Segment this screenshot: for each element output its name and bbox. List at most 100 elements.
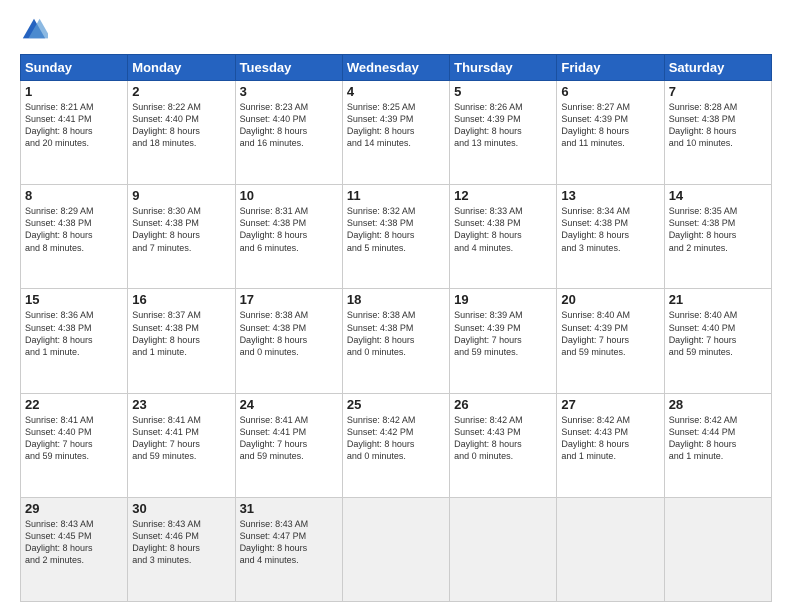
day-number: 29 [25, 501, 123, 516]
day-info: Sunrise: 8:32 AM Sunset: 4:38 PM Dayligh… [347, 205, 445, 254]
logo [20, 16, 52, 44]
day-number: 13 [561, 188, 659, 203]
calendar-cell: 9 Sunrise: 8:30 AM Sunset: 4:38 PM Daylig… [128, 185, 235, 289]
calendar-cell: 25 Sunrise: 8:42 AM Sunset: 4:42 PM Dayli… [342, 393, 449, 497]
week-row-3: 15 Sunrise: 8:36 AM Sunset: 4:38 PM Dayli… [21, 289, 772, 393]
day-header-wednesday: Wednesday [342, 55, 449, 81]
calendar-cell: 7Sunrise: 8:28 AM Sunset: 4:38 PM Daylig… [664, 81, 771, 185]
day-number: 26 [454, 397, 552, 412]
day-info: Sunrise: 8:25 AM Sunset: 4:39 PM Dayligh… [347, 101, 445, 150]
calendar-cell: 16 Sunrise: 8:37 AM Sunset: 4:38 PM Dayli… [128, 289, 235, 393]
calendar-cell: 14 Sunrise: 8:35 AM Sunset: 4:38 PM Dayli… [664, 185, 771, 289]
calendar-cell: 13 Sunrise: 8:34 AM Sunset: 4:38 PM Dayli… [557, 185, 664, 289]
calendar-cell: 15 Sunrise: 8:36 AM Sunset: 4:38 PM Dayli… [21, 289, 128, 393]
day-number: 28 [669, 397, 767, 412]
day-info: Sunrise: 8:30 AM Sunset: 4:38 PM Dayligh… [132, 205, 230, 254]
day-number: 19 [454, 292, 552, 307]
day-info: Sunrise: 8:41 AM Sunset: 4:40 PM Dayligh… [25, 414, 123, 463]
calendar-cell: 20 Sunrise: 8:40 AM Sunset: 4:39 PM Dayli… [557, 289, 664, 393]
calendar-cell: 31 Sunrise: 8:43 AM Sunset: 4:47 PM Dayli… [235, 497, 342, 601]
calendar-cell: 22 Sunrise: 8:41 AM Sunset: 4:40 PM Dayli… [21, 393, 128, 497]
day-info: Sunrise: 8:37 AM Sunset: 4:38 PM Dayligh… [132, 309, 230, 358]
week-row-1: 1Sunrise: 8:21 AM Sunset: 4:41 PM Daylig… [21, 81, 772, 185]
calendar-cell: 12 Sunrise: 8:33 AM Sunset: 4:38 PM Dayli… [450, 185, 557, 289]
day-number: 31 [240, 501, 338, 516]
day-info: Sunrise: 8:21 AM Sunset: 4:41 PM Dayligh… [25, 101, 123, 150]
calendar-table: SundayMondayTuesdayWednesdayThursdayFrid… [20, 54, 772, 602]
day-header-monday: Monday [128, 55, 235, 81]
day-number: 27 [561, 397, 659, 412]
day-number: 10 [240, 188, 338, 203]
calendar-cell [664, 497, 771, 601]
day-info: Sunrise: 8:36 AM Sunset: 4:38 PM Dayligh… [25, 309, 123, 358]
day-info: Sunrise: 8:26 AM Sunset: 4:39 PM Dayligh… [454, 101, 552, 150]
day-info: Sunrise: 8:42 AM Sunset: 4:43 PM Dayligh… [454, 414, 552, 463]
day-info: Sunrise: 8:40 AM Sunset: 4:40 PM Dayligh… [669, 309, 767, 358]
day-info: Sunrise: 8:43 AM Sunset: 4:45 PM Dayligh… [25, 518, 123, 567]
calendar-cell: 18 Sunrise: 8:38 AM Sunset: 4:38 PM Dayli… [342, 289, 449, 393]
day-info: Sunrise: 8:43 AM Sunset: 4:47 PM Dayligh… [240, 518, 338, 567]
day-info: Sunrise: 8:43 AM Sunset: 4:46 PM Dayligh… [132, 518, 230, 567]
calendar-cell: 21 Sunrise: 8:40 AM Sunset: 4:40 PM Dayli… [664, 289, 771, 393]
calendar-cell: 8 Sunrise: 8:29 AM Sunset: 4:38 PM Daylig… [21, 185, 128, 289]
day-info: Sunrise: 8:41 AM Sunset: 4:41 PM Dayligh… [240, 414, 338, 463]
day-number: 8 [25, 188, 123, 203]
day-info: Sunrise: 8:38 AM Sunset: 4:38 PM Dayligh… [347, 309, 445, 358]
day-info: Sunrise: 8:23 AM Sunset: 4:40 PM Dayligh… [240, 101, 338, 150]
day-number: 24 [240, 397, 338, 412]
day-info: Sunrise: 8:35 AM Sunset: 4:38 PM Dayligh… [669, 205, 767, 254]
day-number: 4 [347, 84, 445, 99]
day-info: Sunrise: 8:33 AM Sunset: 4:38 PM Dayligh… [454, 205, 552, 254]
day-number: 11 [347, 188, 445, 203]
day-number: 3 [240, 84, 338, 99]
day-number: 2 [132, 84, 230, 99]
week-row-4: 22 Sunrise: 8:41 AM Sunset: 4:40 PM Dayli… [21, 393, 772, 497]
header [20, 16, 772, 44]
calendar-cell: 28 Sunrise: 8:42 AM Sunset: 4:44 PM Dayli… [664, 393, 771, 497]
calendar-cell [342, 497, 449, 601]
day-info: Sunrise: 8:27 AM Sunset: 4:39 PM Dayligh… [561, 101, 659, 150]
day-number: 23 [132, 397, 230, 412]
day-header-sunday: Sunday [21, 55, 128, 81]
day-number: 18 [347, 292, 445, 307]
day-info: Sunrise: 8:40 AM Sunset: 4:39 PM Dayligh… [561, 309, 659, 358]
day-number: 5 [454, 84, 552, 99]
calendar-cell: 27 Sunrise: 8:42 AM Sunset: 4:43 PM Dayli… [557, 393, 664, 497]
day-info: Sunrise: 8:31 AM Sunset: 4:38 PM Dayligh… [240, 205, 338, 254]
calendar-cell: 19 Sunrise: 8:39 AM Sunset: 4:39 PM Dayli… [450, 289, 557, 393]
day-number: 12 [454, 188, 552, 203]
day-number: 6 [561, 84, 659, 99]
day-info: Sunrise: 8:34 AM Sunset: 4:38 PM Dayligh… [561, 205, 659, 254]
calendar-cell: 2Sunrise: 8:22 AM Sunset: 4:40 PM Daylig… [128, 81, 235, 185]
day-info: Sunrise: 8:42 AM Sunset: 4:43 PM Dayligh… [561, 414, 659, 463]
calendar-cell: 24 Sunrise: 8:41 AM Sunset: 4:41 PM Dayli… [235, 393, 342, 497]
day-number: 22 [25, 397, 123, 412]
page: SundayMondayTuesdayWednesdayThursdayFrid… [0, 0, 792, 612]
day-info: Sunrise: 8:39 AM Sunset: 4:39 PM Dayligh… [454, 309, 552, 358]
day-number: 15 [25, 292, 123, 307]
day-number: 20 [561, 292, 659, 307]
day-number: 16 [132, 292, 230, 307]
calendar-cell: 4 Sunrise: 8:25 AM Sunset: 4:39 PM Daylig… [342, 81, 449, 185]
calendar-cell: 5 Sunrise: 8:26 AM Sunset: 4:39 PM Daylig… [450, 81, 557, 185]
calendar-cell: 23 Sunrise: 8:41 AM Sunset: 4:41 PM Dayli… [128, 393, 235, 497]
day-info: Sunrise: 8:29 AM Sunset: 4:38 PM Dayligh… [25, 205, 123, 254]
day-number: 25 [347, 397, 445, 412]
calendar-cell: 30Sunrise: 8:43 AM Sunset: 4:46 PM Dayli… [128, 497, 235, 601]
day-header-saturday: Saturday [664, 55, 771, 81]
day-info: Sunrise: 8:41 AM Sunset: 4:41 PM Dayligh… [132, 414, 230, 463]
day-number: 17 [240, 292, 338, 307]
day-info: Sunrise: 8:42 AM Sunset: 4:44 PM Dayligh… [669, 414, 767, 463]
day-number: 14 [669, 188, 767, 203]
day-number: 21 [669, 292, 767, 307]
calendar-cell: 6 Sunrise: 8:27 AM Sunset: 4:39 PM Daylig… [557, 81, 664, 185]
week-row-5: 29 Sunrise: 8:43 AM Sunset: 4:45 PM Dayli… [21, 497, 772, 601]
calendar-cell: 26 Sunrise: 8:42 AM Sunset: 4:43 PM Dayli… [450, 393, 557, 497]
calendar-cell [450, 497, 557, 601]
day-header-friday: Friday [557, 55, 664, 81]
day-number: 9 [132, 188, 230, 203]
calendar-cell [557, 497, 664, 601]
day-info: Sunrise: 8:42 AM Sunset: 4:42 PM Dayligh… [347, 414, 445, 463]
calendar-cell: 10 Sunrise: 8:31 AM Sunset: 4:38 PM Dayli… [235, 185, 342, 289]
day-info: Sunrise: 8:38 AM Sunset: 4:38 PM Dayligh… [240, 309, 338, 358]
